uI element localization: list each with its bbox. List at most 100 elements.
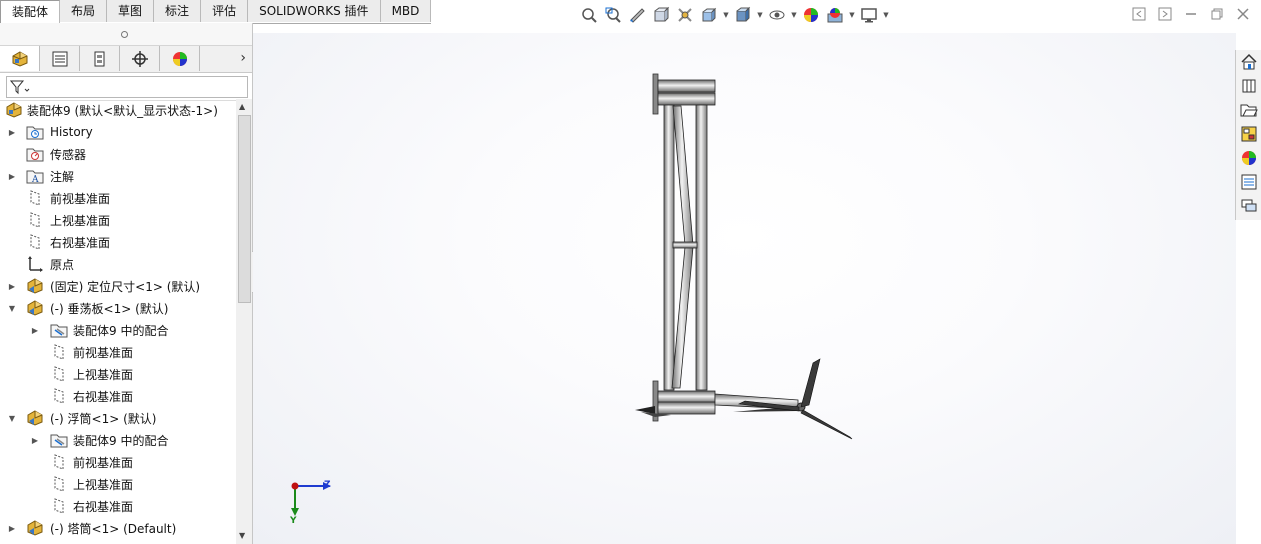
tree-item-label: 上视基准面 (73, 367, 134, 382)
expand-arrow-icon[interactable]: ▶ (30, 436, 40, 445)
tree-scrollbar[interactable]: ▲ ▼ (236, 99, 252, 544)
home-icon[interactable] (1238, 51, 1260, 73)
expand-arrow-icon[interactable]: ▶ (7, 282, 17, 291)
tree-item-label: (固定) 定位尺寸<1> (默认) (50, 279, 201, 294)
triad-z-label: Z (324, 480, 331, 490)
tree-item-label: History (50, 125, 93, 139)
configurationmanager-tab-icon[interactable] (80, 46, 120, 71)
plane-icon (26, 233, 44, 251)
mates-folder-icon (50, 321, 68, 339)
tree-item-label: 前视基准面 (73, 455, 134, 470)
tree-root-label: 装配体9 (默认<默认_显示状态-1>) (27, 103, 218, 118)
expand-arrow-icon[interactable]: ▶ (7, 524, 17, 533)
zoom-to-fit-icon[interactable] (578, 4, 600, 26)
triad-y-label: Y (290, 516, 297, 526)
grip-dot-icon (121, 31, 128, 38)
previous-view-icon[interactable] (626, 4, 648, 26)
propertymanager-tab-icon[interactable] (40, 46, 80, 71)
view-settings-dropdown-icon[interactable]: ▼ (882, 11, 890, 19)
panel-grip[interactable] (0, 23, 252, 46)
design-library-icon[interactable] (1238, 75, 1260, 97)
tree-item-label: (-) 塔筒<1> (Default) (50, 521, 177, 536)
graphics-area[interactable]: Z Y (253, 33, 1236, 544)
part-icon (26, 277, 44, 295)
chevron-right-icon[interactable]: › (240, 50, 246, 66)
apply-scene-icon[interactable] (824, 4, 846, 26)
turbine-rotor (714, 358, 853, 440)
custom-properties-icon[interactable] (1238, 171, 1260, 193)
tab-addins[interactable]: SOLIDWORKS 插件 (248, 0, 381, 22)
view-orientation-icon[interactable] (698, 4, 720, 26)
display-style-dropdown-icon[interactable]: ▼ (756, 11, 764, 19)
tree-item-label: (-) 垂荡板<1> (默认) (50, 301, 169, 316)
tree-item-label: 前视基准面 (50, 191, 111, 206)
assembly-model (635, 73, 853, 440)
appearances-scenes-icon[interactable] (1238, 147, 1260, 169)
collapse-arrow-icon[interactable]: ▼ (7, 414, 17, 423)
dimxpertmanager-tab-icon[interactable] (120, 46, 160, 71)
panel-right-icon[interactable] (1157, 6, 1173, 22)
feature-tree: 装配体9 (默认<默认_显示状态-1>) ▶ History 传感器 ▶ A 注… (0, 99, 236, 544)
plane-icon (50, 365, 68, 383)
tree-item-label: 注解 (50, 169, 75, 184)
tab-annotation[interactable]: 标注 (154, 0, 202, 22)
plane-icon (26, 189, 44, 207)
restore-icon[interactable] (1209, 6, 1225, 22)
expand-arrow-icon[interactable]: ▶ (7, 172, 17, 181)
tab-assembly[interactable]: 装配体 (0, 0, 61, 23)
display-style-icon[interactable] (732, 4, 754, 26)
hide-show-dropdown-icon[interactable]: ▼ (790, 11, 798, 19)
tree-item-label: 原点 (50, 257, 75, 272)
tree-item-label: 右视基准面 (73, 389, 134, 404)
section-view-icon[interactable] (650, 4, 672, 26)
heads-up-view-toolbar: ▼ ▼ ▼ ▼ ▼ (578, 4, 890, 26)
part-icon (26, 299, 44, 317)
zoom-to-area-icon[interactable] (602, 4, 624, 26)
forum-icon[interactable] (1238, 195, 1260, 217)
expand-arrow-icon[interactable]: ▶ (7, 128, 17, 137)
plane-icon (50, 453, 68, 471)
scroll-down-icon[interactable]: ▼ (239, 531, 245, 540)
frame-column-right (695, 104, 708, 391)
plane-icon (50, 343, 68, 361)
edit-appearance-icon[interactable] (800, 4, 822, 26)
part-icon (26, 409, 44, 427)
dynamic-annotation-icon[interactable] (674, 4, 696, 26)
tree-item-label: 装配体9 中的配合 (73, 433, 169, 448)
tree-item-label: 传感器 (50, 147, 87, 162)
sensor-folder-icon (26, 145, 44, 163)
command-manager-tabs: 装配体 布局 草图 标注 评估 SOLIDWORKS 插件 MBD (0, 0, 432, 24)
tree-item-label: 上视基准面 (73, 477, 134, 492)
minimize-icon[interactable] (1183, 6, 1199, 22)
tab-mbd[interactable]: MBD (380, 0, 432, 22)
assembly-icon (5, 101, 23, 119)
annotations-folder-icon: A (26, 167, 44, 185)
tree-item-label: 上视基准面 (50, 213, 111, 228)
view-orientation-dropdown-icon[interactable]: ▼ (722, 11, 730, 19)
frame-column-left (663, 104, 675, 391)
tree-item-label: 装配体9 中的配合 (73, 323, 169, 338)
file-explorer-icon[interactable] (1238, 99, 1260, 121)
tab-sketch[interactable]: 草图 (107, 0, 155, 22)
mates-folder-icon (50, 431, 68, 449)
tree-item-label: 前视基准面 (73, 345, 134, 360)
panel-left-icon[interactable] (1131, 6, 1147, 22)
featuremanager-tab-icon[interactable] (0, 46, 40, 71)
view-palette-icon[interactable] (1238, 123, 1260, 145)
hide-show-items-icon[interactable] (766, 4, 788, 26)
view-settings-icon[interactable] (858, 4, 880, 26)
plane-icon (50, 475, 68, 493)
origin-icon (26, 255, 44, 273)
task-pane (1235, 50, 1261, 220)
scroll-thumb[interactable] (238, 115, 251, 303)
tree-filter-input[interactable] (6, 76, 248, 98)
tab-evaluate[interactable]: 评估 (201, 0, 249, 22)
expand-arrow-icon[interactable]: ▶ (30, 326, 40, 335)
apply-scene-dropdown-icon[interactable]: ▼ (848, 11, 856, 19)
collapse-arrow-icon[interactable]: ▼ (7, 304, 17, 313)
window-controls (1131, 6, 1251, 22)
close-icon[interactable] (1235, 6, 1251, 22)
scroll-up-icon[interactable]: ▲ (239, 102, 245, 111)
tab-layout[interactable]: 布局 (60, 0, 108, 22)
displaymanager-tab-icon[interactable] (160, 46, 200, 71)
